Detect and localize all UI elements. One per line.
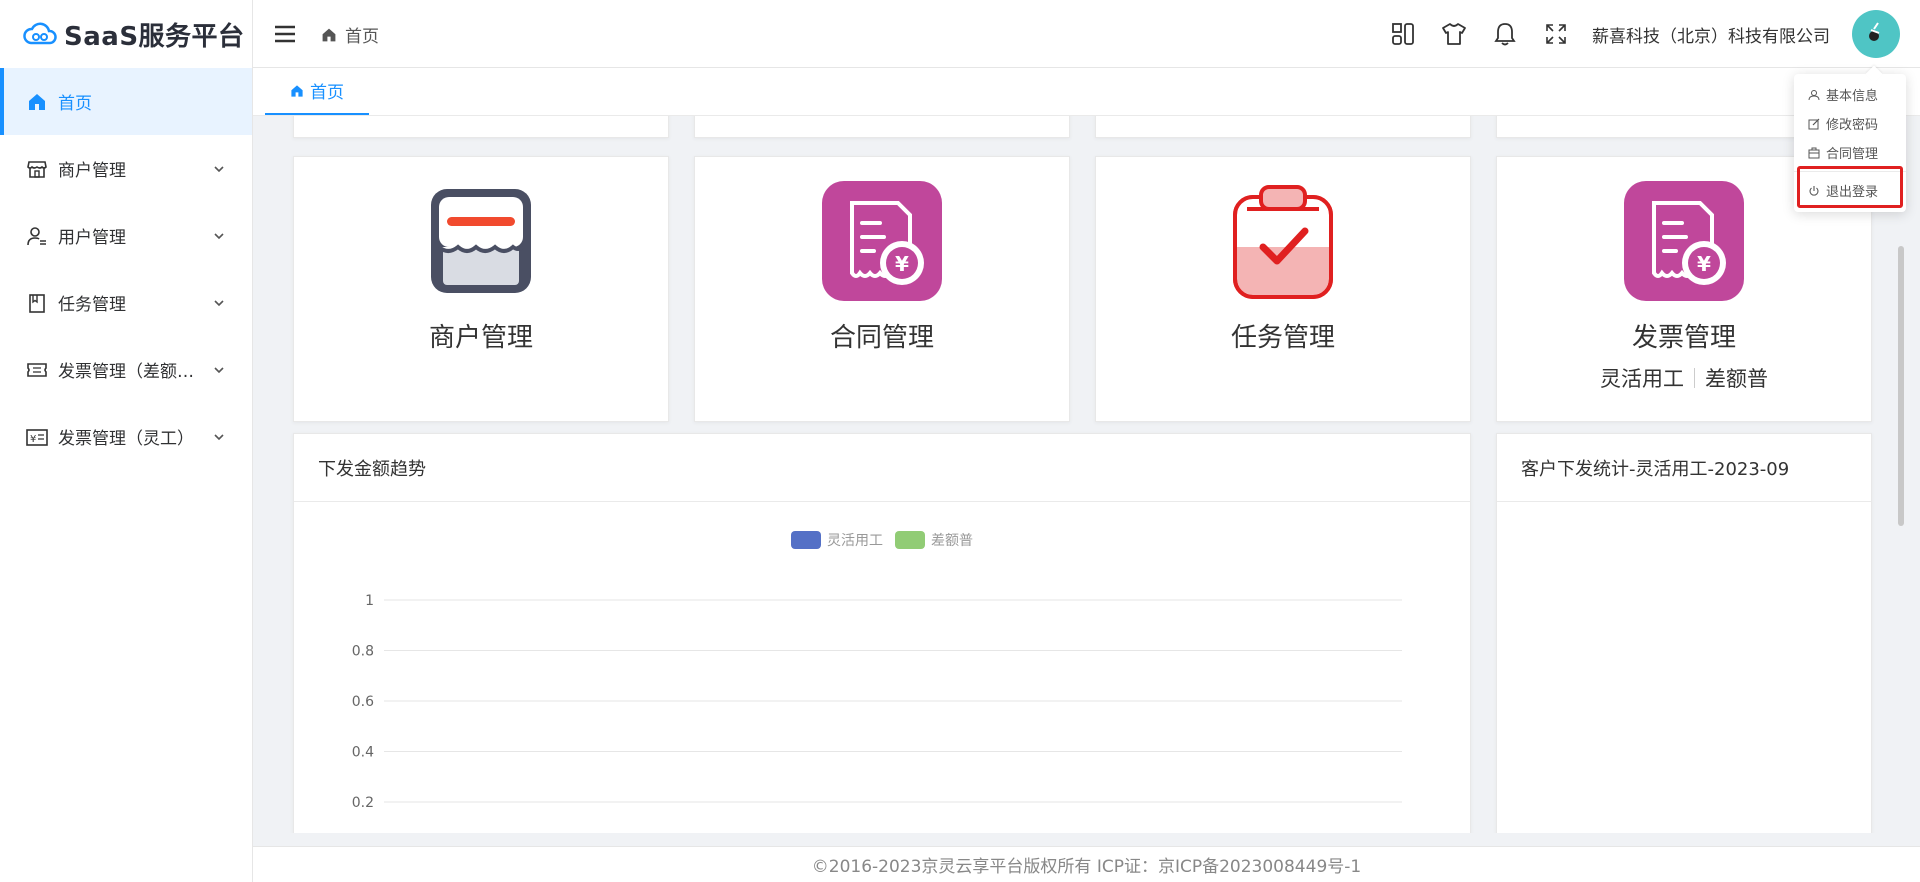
tab-bar: 首页 xyxy=(253,68,1920,116)
breadcrumb-home[interactable]: 首页 xyxy=(345,22,379,47)
y-tick-label: 0.4 xyxy=(352,745,374,761)
store-icon xyxy=(26,158,48,180)
menu-item-basic-info[interactable]: 基本信息 xyxy=(1794,80,1906,109)
page-scrollbar[interactable] xyxy=(1896,116,1906,833)
feature-title: 商户管理 xyxy=(428,323,533,353)
menu-item-label: 修改密码 xyxy=(1826,118,1879,133)
shirt-icon[interactable] xyxy=(1440,20,1468,48)
svg-text:¥: ¥ xyxy=(1697,252,1711,276)
customer-panel: 客户下发统计-灵活用工-2023-09 xyxy=(1496,433,1872,833)
top-header: 首页 薪喜科技（北京）科技有限公司 xyxy=(253,0,1920,68)
user-icon xyxy=(26,225,48,247)
invoice-subtypes: 灵活用工 差额普 xyxy=(1497,363,1871,393)
invoice-icon: ¥ xyxy=(26,426,48,448)
sidebar-item-invoice-diff[interactable]: 发票管理（差额普票） xyxy=(0,336,252,403)
footer-copyright: ©2016-2023京灵云享平台版权所有 ICP证：京ICP备202300844… xyxy=(811,857,1362,877)
breadcrumb: 首页 xyxy=(321,22,379,47)
y-tick-label: 0.8 xyxy=(352,644,374,660)
store-awning-icon xyxy=(431,189,531,293)
menu-item-label: 退出登录 xyxy=(1826,185,1879,200)
tab-home[interactable]: 首页 xyxy=(265,68,369,115)
menu-item-logout[interactable]: 退出登录 xyxy=(1794,176,1906,205)
user-avatar[interactable] xyxy=(1852,10,1900,58)
trend-panel: 下发金额趋势 灵活用工 差额普 1 0.8 0.6 0.4 0.2 xyxy=(293,433,1471,833)
receipt-yen-icon: ¥ xyxy=(822,181,942,301)
feature-card-task[interactable]: 任务管理 xyxy=(1095,156,1471,422)
briefcase-icon xyxy=(1808,147,1820,158)
sidebar-item-home[interactable]: 首页 xyxy=(0,68,252,135)
cloud-logo-icon xyxy=(23,22,57,45)
home-icon xyxy=(291,84,303,97)
trend-chart: 1 0.8 0.6 0.4 0.2 xyxy=(352,593,1402,811)
scrollbar-thumb[interactable] xyxy=(1898,246,1904,526)
svg-text:¥: ¥ xyxy=(30,434,36,445)
partial-card xyxy=(293,116,669,138)
ticket-icon xyxy=(26,359,48,381)
receipt-yen-icon: ¥ xyxy=(1624,181,1744,301)
menu-item-label: 基本信息 xyxy=(1826,89,1879,104)
sidebar-item-label: 发票管理（差额普票） xyxy=(58,362,208,382)
main-content: 商户管理 ¥ 合同管理 任务管理 ¥ 发票管理 灵活用工 差额普 下发金额趋势 … xyxy=(268,116,1882,833)
menu-item-label: 合同管理 xyxy=(1826,147,1879,162)
user-icon xyxy=(1808,89,1820,100)
brand-logo[interactable]: SaaS服务平台 xyxy=(0,0,252,68)
sidebar-item-label: 用户管理 xyxy=(58,228,126,248)
y-tick-label: 1 xyxy=(365,593,374,609)
home-icon xyxy=(26,91,48,113)
feature-card-contract[interactable]: ¥ 合同管理 xyxy=(694,156,1070,422)
y-tick-label: 0.6 xyxy=(352,694,374,710)
brand-name: SaaS服务平台 xyxy=(64,21,245,52)
tab-label: 首页 xyxy=(310,83,344,103)
chevron-down-icon xyxy=(214,299,224,306)
feature-title: 合同管理 xyxy=(829,323,934,353)
task-icon xyxy=(26,292,48,314)
chevron-down-icon xyxy=(214,232,224,239)
power-icon xyxy=(1809,185,1819,196)
chevron-down-icon xyxy=(214,366,224,373)
layout-icon[interactable] xyxy=(1389,20,1417,48)
panel-title: 客户下发统计-灵活用工-2023-09 xyxy=(1497,434,1871,502)
feature-card-merchant[interactable]: 商户管理 xyxy=(293,156,669,422)
sidebar-item-tasks[interactable]: 任务管理 xyxy=(0,269,252,336)
divider xyxy=(1694,368,1695,388)
user-dropdown: 基本信息 修改密码 合同管理 退出登录 xyxy=(1794,65,1906,212)
menu-divider xyxy=(1794,171,1906,172)
bell-icon[interactable] xyxy=(1491,20,1519,48)
partial-card xyxy=(694,116,1070,138)
clipboard-check-icon xyxy=(1233,185,1333,299)
fullscreen-icon[interactable] xyxy=(1542,20,1570,48)
invoice-subtype-flex[interactable]: 灵活用工 xyxy=(1600,363,1684,393)
company-name[interactable]: 薪喜科技（北京）科技有限公司 xyxy=(1592,22,1830,47)
edit-icon xyxy=(1808,118,1820,129)
y-tick-label: 0.2 xyxy=(352,795,374,811)
partial-card xyxy=(1095,116,1471,138)
menu-toggle-icon[interactable] xyxy=(273,22,297,46)
feature-title: 任务管理 xyxy=(1230,323,1335,353)
svg-text:¥: ¥ xyxy=(895,252,909,276)
sidebar: SaaS服务平台 首页 商户管理 用户管理 任务管理 发票管理（差额普票） xyxy=(0,0,253,882)
sidebar-item-merchant[interactable]: 商户管理 xyxy=(0,135,252,202)
invoice-subtype-diff[interactable]: 差额普 xyxy=(1705,363,1768,393)
sidebar-item-invoice-flex[interactable]: ¥ 发票管理（灵工） xyxy=(0,403,252,470)
chevron-down-icon xyxy=(214,165,224,172)
sidebar-item-label: 商户管理 xyxy=(58,161,126,181)
chevron-down-icon xyxy=(214,433,224,440)
feature-title: 发票管理 xyxy=(1631,323,1736,353)
sidebar-item-label: 首页 xyxy=(58,94,92,114)
sidebar-item-users[interactable]: 用户管理 xyxy=(0,202,252,269)
avatar-figure-icon xyxy=(1869,22,1880,41)
footer: ©2016-2023京灵云享平台版权所有 ICP证：京ICP备202300844… xyxy=(253,846,1920,882)
home-icon xyxy=(322,28,336,41)
menu-item-contracts[interactable]: 合同管理 xyxy=(1794,138,1906,167)
menu-item-change-password[interactable]: 修改密码 xyxy=(1794,109,1906,138)
sidebar-item-label: 发票管理（灵工） xyxy=(58,429,194,449)
header-actions: 薪喜科技（北京）科技有限公司 xyxy=(1366,0,1900,68)
sidebar-item-label: 任务管理 xyxy=(58,295,126,315)
